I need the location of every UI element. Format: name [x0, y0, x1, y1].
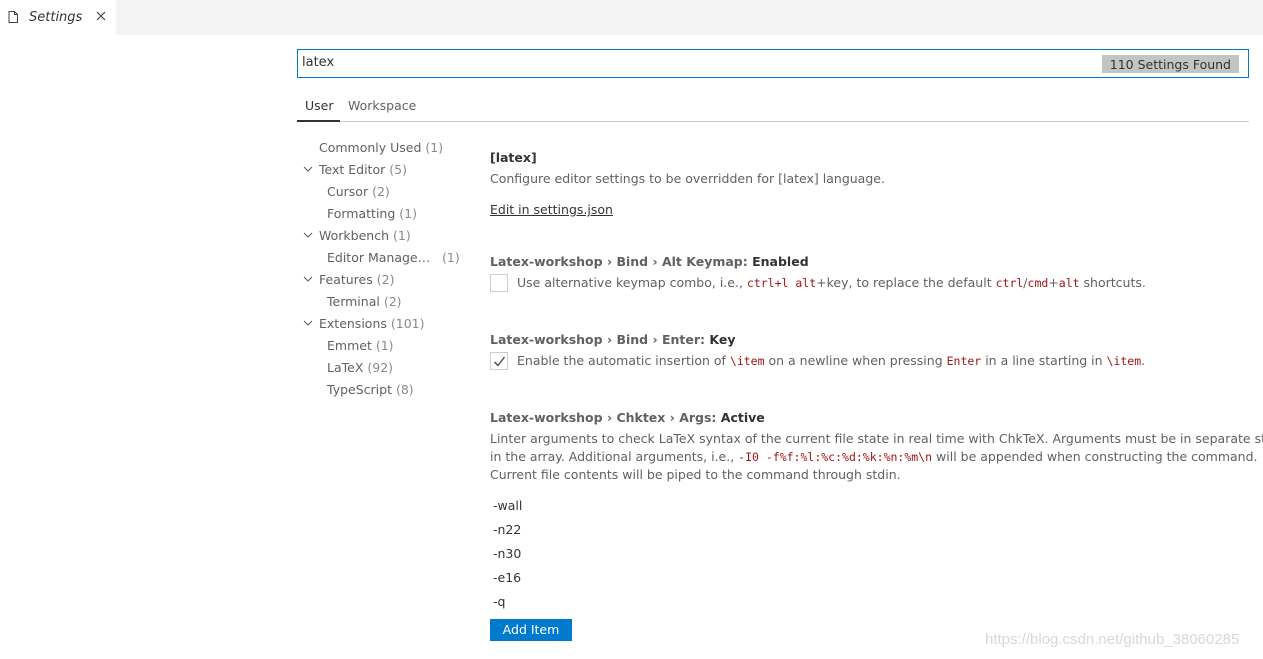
edit-in-settings-json-link[interactable]: Edit in settings.json — [490, 202, 613, 217]
alt-keymap-checkbox[interactable] — [490, 274, 508, 292]
toc-item-emmet[interactable]: Emmet (1) — [327, 338, 394, 353]
toc-label: Workbench — [319, 228, 389, 243]
setting-title-enter-key: Latex-workshop › Bind › Enter: Key — [490, 332, 735, 347]
desc-text: shortcuts. — [1079, 275, 1146, 290]
desc-text: + — [1048, 275, 1059, 290]
desc-text: Enable the automatic insertion of — [517, 353, 730, 368]
array-item[interactable]: -e16 — [493, 570, 521, 585]
array-item[interactable]: -n30 — [493, 546, 521, 561]
active-tab-indicator — [297, 120, 340, 122]
setting-category: Latex-workshop › Bind › Enter: — [490, 332, 710, 347]
desc-text: +key, to replace the default — [816, 275, 996, 290]
code-snippet: ctrl — [995, 276, 1024, 290]
watermark: https://blog.csdn.net/github_38060285 — [985, 631, 1240, 648]
settings-tab[interactable]: Settings — [0, 0, 116, 35]
file-icon — [8, 11, 18, 23]
code-snippet: Enter — [946, 354, 982, 368]
toc-count: (2) — [372, 184, 390, 199]
desc-text: Use alternative keymap combo, i.e., — [517, 275, 747, 290]
code-snippet: alt — [1058, 276, 1080, 290]
search-result-count-badge: 110 Settings Found — [1101, 55, 1239, 73]
toc-count: (92) — [367, 360, 394, 375]
toc-label: Editor Manage… — [327, 250, 431, 265]
settings-scope-tabs: User Workspace — [297, 95, 1249, 122]
toc-label: Emmet — [327, 338, 372, 353]
desc-text: on a newline when pressing — [764, 353, 947, 368]
close-icon[interactable] — [95, 10, 107, 22]
toc-item-editor-management[interactable]: Editor Manage… (1) — [327, 250, 460, 265]
chevron-down-icon[interactable] — [303, 320, 313, 327]
desc-text: . — [1141, 353, 1146, 368]
desc-text: in a line starting in — [981, 353, 1107, 368]
toc-label: Text Editor — [319, 162, 386, 177]
chevron-down-icon[interactable] — [303, 232, 313, 239]
code-snippet: -I0 -f%f:%l:%c:%d:%k:%n:%m\n — [738, 450, 933, 464]
toc-item-terminal[interactable]: Terminal (2) — [327, 294, 402, 309]
toc-count: (101) — [390, 316, 425, 331]
tab-user[interactable]: User — [305, 98, 334, 113]
setting-title-alt-keymap: Latex-workshop › Bind › Alt Keymap: Enab… — [490, 254, 809, 269]
editor-tab-bar: Settings — [0, 0, 1263, 35]
array-item[interactable]: -n22 — [493, 522, 521, 537]
chevron-down-icon[interactable] — [303, 166, 313, 173]
toc-label: TypeScript — [327, 382, 392, 397]
code-snippet: cmd — [1027, 276, 1049, 290]
chktex-description-line-3: Current file contents will be piped to t… — [490, 467, 901, 482]
toc-item-features[interactable]: Features (2) — [319, 272, 394, 287]
chktex-description-line-2: in the array. Additional arguments, i.e.… — [490, 448, 1258, 466]
toc-count: (1) — [375, 338, 394, 353]
toc-label: LaTeX — [327, 360, 364, 375]
chevron-down-icon[interactable] — [303, 276, 313, 283]
language-section-title: [latex] — [490, 150, 537, 165]
toc-label: Cursor — [327, 184, 369, 199]
toc-count: (5) — [389, 162, 407, 177]
enter-key-description: Enable the automatic insertion of \item … — [517, 353, 1145, 368]
toc-item-text-editor[interactable]: Text Editor (5) — [319, 162, 407, 177]
toc-item-formatting[interactable]: Formatting (1) — [327, 206, 417, 221]
settings-search-box: 110 Settings Found — [297, 49, 1249, 78]
setting-name: Enabled — [752, 254, 809, 269]
setting-name: Key — [709, 332, 736, 347]
toc-count: (1) — [425, 140, 444, 155]
toc-item-typescript[interactable]: TypeScript (8) — [327, 382, 414, 397]
settings-search-input[interactable] — [302, 55, 1082, 70]
setting-category: Latex-workshop › Bind › Alt Keymap: — [490, 254, 753, 269]
code-snippet: \item — [1106, 354, 1142, 368]
checkmark-icon — [494, 356, 506, 367]
toc-count: (1) — [399, 206, 417, 221]
setting-title-chktex-args: Latex-workshop › Chktex › Args: Active — [490, 410, 765, 425]
toc-count: (1) — [442, 250, 460, 265]
toc-count: (2) — [376, 272, 395, 287]
array-item[interactable]: -wall — [493, 498, 522, 513]
enter-key-checkbox[interactable] — [490, 352, 508, 370]
tab-workspace[interactable]: Workspace — [348, 98, 416, 113]
toc-item-commonly-used[interactable]: Commonly Used (1) — [319, 140, 443, 155]
toc-count: (1) — [392, 228, 411, 243]
language-section-description: Configure editor settings to be overridd… — [490, 171, 885, 186]
toc-item-workbench[interactable]: Workbench (1) — [319, 228, 411, 243]
toc-item-latex[interactable]: LaTeX (92) — [327, 360, 393, 375]
toc-item-cursor[interactable]: Cursor (2) — [327, 184, 390, 199]
setting-name: Active — [720, 410, 765, 425]
toc-count: (2) — [383, 294, 402, 309]
code-snippet: ctrl+l alt — [746, 276, 817, 290]
desc-text: will be appended when constructing the c… — [932, 449, 1258, 464]
toc-label: Features — [319, 272, 373, 287]
toc-label: Terminal — [327, 294, 380, 309]
tab-title: Settings — [29, 10, 83, 25]
toc-count: (8) — [395, 382, 414, 397]
chktex-description-line-1: Linter arguments to check LaTeX syntax o… — [490, 431, 1263, 446]
toc-label: Extensions — [319, 316, 387, 331]
desc-text: in the array. Additional arguments, i.e.… — [490, 449, 739, 464]
toc-item-extensions[interactable]: Extensions (101) — [319, 316, 425, 331]
toc-label: Commonly Used — [319, 140, 422, 155]
alt-keymap-description: Use alternative keymap combo, i.e., ctrl… — [517, 275, 1146, 290]
setting-category: Latex-workshop › Chktex › Args: — [490, 410, 721, 425]
add-item-button[interactable]: Add Item — [490, 619, 572, 641]
array-item[interactable]: -q — [493, 594, 505, 609]
toc-label: Formatting — [327, 206, 396, 221]
code-snippet: \item — [729, 354, 765, 368]
